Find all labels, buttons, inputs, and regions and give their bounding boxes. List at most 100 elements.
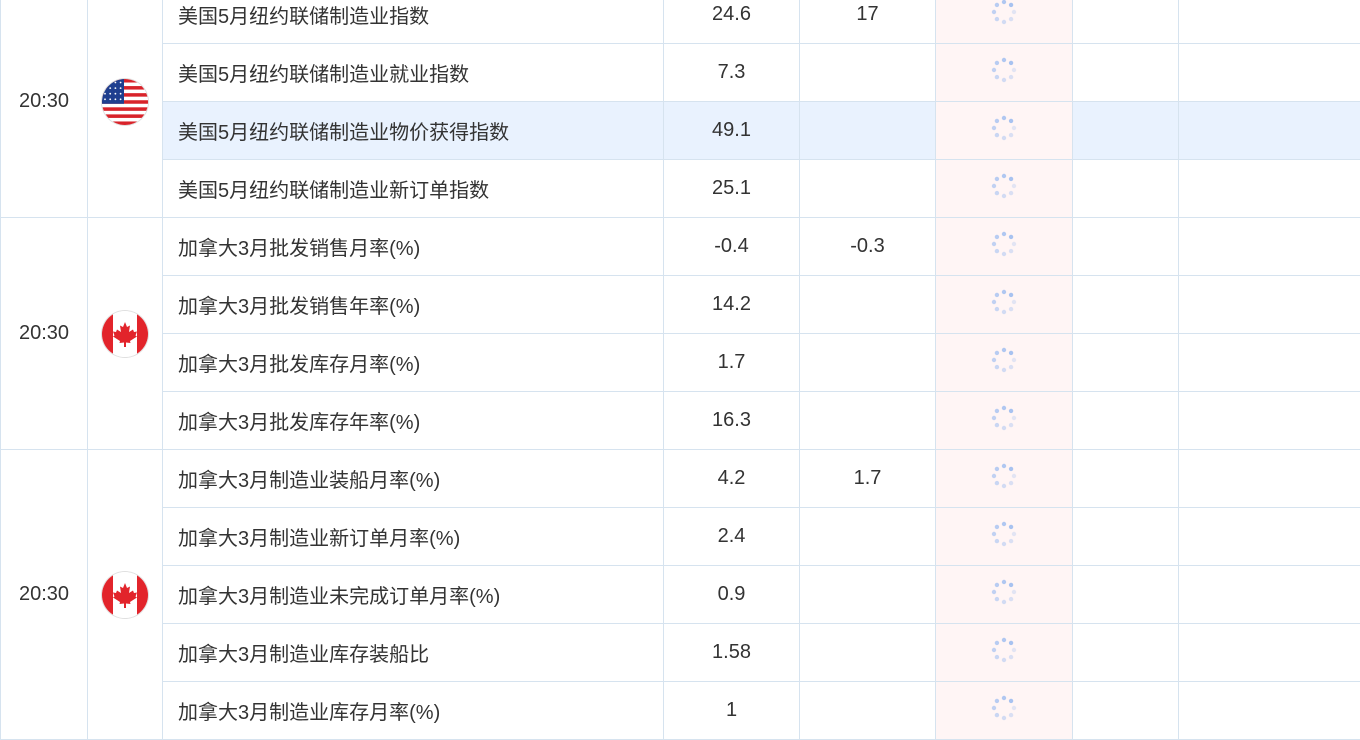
- forecast-value: [799, 43, 936, 102]
- actual-value-cell: [935, 275, 1073, 334]
- loading-spinner-icon: [989, 461, 1019, 497]
- forecast-value: [799, 507, 936, 566]
- interpretation-cell: [1178, 449, 1360, 508]
- table-row[interactable]: 20:30 美国5月纽约联储制造业指数 24.6 17: [0, 0, 1360, 218]
- interpretation-cell: [1178, 507, 1360, 566]
- loading-spinner-icon: [989, 287, 1019, 323]
- previous-value: 25.1: [663, 159, 800, 218]
- indicator-name[interactable]: 美国5月纽约联储制造业物价获得指数: [162, 101, 664, 160]
- actual-value-cell: [935, 565, 1073, 624]
- interpretation-cell: [1178, 43, 1360, 102]
- loading-spinner-icon: [989, 577, 1019, 613]
- actual-value-cell: [935, 101, 1073, 160]
- previous-value: 4.2: [663, 449, 800, 508]
- table-row[interactable]: 美国5月纽约联储制造业新订单指数 25.1: [1, 159, 1360, 218]
- interpretation-cell: [1178, 101, 1360, 160]
- event-time: 20:30: [0, 217, 88, 450]
- forecast-value: [799, 159, 936, 218]
- loading-spinner-icon: [989, 229, 1019, 265]
- canada-flag-icon: [102, 571, 148, 618]
- impact-cell: [1072, 159, 1179, 218]
- loading-spinner-icon: [989, 519, 1019, 555]
- table-row[interactable]: 20:30 加拿大3月制造业装船月率(%) 4.2 1.7: [0, 449, 1360, 740]
- actual-value-cell: [935, 391, 1073, 450]
- actual-value-cell: [935, 217, 1073, 276]
- table-row[interactable]: 加拿大3月批发库存年率(%) 16.3: [1, 391, 1360, 450]
- forecast-value: [799, 275, 936, 334]
- actual-value-cell: [935, 623, 1073, 682]
- loading-spinner-icon: [989, 113, 1019, 149]
- actual-value-cell: [935, 159, 1073, 218]
- loading-spinner-icon: [989, 55, 1019, 91]
- previous-value: 7.3: [663, 43, 800, 102]
- actual-value-cell: [935, 681, 1073, 740]
- impact-cell: [1072, 101, 1179, 160]
- table-row[interactable]: 加拿大3月制造业未完成订单月率(%) 0.9: [1, 565, 1360, 624]
- loading-spinner-icon: [989, 403, 1019, 439]
- loading-spinner-icon: [989, 635, 1019, 671]
- indicator-name[interactable]: 加拿大3月制造业库存装船比: [162, 623, 664, 682]
- actual-value-cell: [935, 0, 1073, 44]
- economic-calendar: 20:30 美国5月纽约联储制造业指数 24.6 17 美国5月纽约联储制造业就业指数 7…: [0, 0, 1360, 740]
- forecast-value: [799, 101, 936, 160]
- indicator-name[interactable]: 加拿大3月制造业装船月率(%): [162, 449, 664, 508]
- indicator-name[interactable]: 美国5月纽约联储制造业指数: [162, 0, 664, 44]
- impact-cell: [1072, 507, 1179, 566]
- table-row[interactable]: 加拿大3月制造业库存月率(%) 1: [1, 681, 1360, 740]
- us-flag-icon: [102, 78, 148, 125]
- interpretation-cell: [1178, 565, 1360, 624]
- previous-value: -0.4: [663, 217, 800, 276]
- table-row[interactable]: 美国5月纽约联储制造业物价获得指数 49.1: [1, 101, 1360, 160]
- impact-cell: [1072, 681, 1179, 740]
- interpretation-cell: [1178, 0, 1360, 44]
- previous-value: 16.3: [663, 391, 800, 450]
- indicator-name[interactable]: 加拿大3月批发销售月率(%): [162, 217, 664, 276]
- interpretation-cell: [1178, 681, 1360, 740]
- table-row[interactable]: 加拿大3月批发库存月率(%) 1.7: [1, 333, 1360, 392]
- indicator-name[interactable]: 加拿大3月制造业新订单月率(%): [162, 507, 664, 566]
- impact-cell: [1072, 565, 1179, 624]
- table-row[interactable]: 美国5月纽约联储制造业就业指数 7.3: [1, 43, 1360, 102]
- impact-cell: [1072, 623, 1179, 682]
- indicator-name[interactable]: 美国5月纽约联储制造业就业指数: [162, 43, 664, 102]
- actual-value-cell: [935, 43, 1073, 102]
- table-row[interactable]: 20:30 加拿大3月批发销售月率(%) -0.4 -0.3: [0, 217, 1360, 450]
- country-flag-cell: [87, 449, 163, 740]
- forecast-value: 17: [799, 0, 936, 44]
- loading-spinner-icon: [989, 171, 1019, 207]
- interpretation-cell: [1178, 623, 1360, 682]
- previous-value: 24.6: [663, 0, 800, 44]
- indicator-name[interactable]: 加拿大3月批发库存年率(%): [162, 391, 664, 450]
- actual-value-cell: [935, 333, 1073, 392]
- indicator-name[interactable]: 加拿大3月制造业库存月率(%): [162, 681, 664, 740]
- indicator-name[interactable]: 加拿大3月批发销售年率(%): [162, 275, 664, 334]
- previous-value: 14.2: [663, 275, 800, 334]
- forecast-value: [799, 623, 936, 682]
- actual-value-cell: [935, 507, 1073, 566]
- loading-spinner-icon: [989, 693, 1019, 729]
- country-flag-cell: [87, 217, 163, 450]
- forecast-value: [799, 681, 936, 740]
- interpretation-cell: [1178, 275, 1360, 334]
- impact-cell: [1072, 275, 1179, 334]
- canada-flag-icon: [102, 310, 148, 357]
- interpretation-cell: [1178, 159, 1360, 218]
- interpretation-cell: [1178, 391, 1360, 450]
- indicator-name[interactable]: 加拿大3月制造业未完成订单月率(%): [162, 565, 664, 624]
- table-row[interactable]: 加拿大3月制造业库存装船比 1.58: [1, 623, 1360, 682]
- forecast-value: [799, 565, 936, 624]
- impact-cell: [1072, 43, 1179, 102]
- previous-value: 1.7: [663, 333, 800, 392]
- event-time: 20:30: [0, 449, 88, 740]
- country-flag-cell: [87, 0, 163, 218]
- previous-value: 2.4: [663, 507, 800, 566]
- table-row[interactable]: 加拿大3月制造业新订单月率(%) 2.4: [1, 507, 1360, 566]
- impact-cell: [1072, 391, 1179, 450]
- impact-cell: [1072, 333, 1179, 392]
- indicator-name[interactable]: 加拿大3月批发库存月率(%): [162, 333, 664, 392]
- forecast-value: 1.7: [799, 449, 936, 508]
- calendar-table: 20:30 美国5月纽约联储制造业指数 24.6 17 美国5月纽约联储制造业就业指数 7…: [0, 0, 1360, 740]
- actual-value-cell: [935, 449, 1073, 508]
- table-row[interactable]: 加拿大3月批发销售年率(%) 14.2: [1, 275, 1360, 334]
- indicator-name[interactable]: 美国5月纽约联储制造业新订单指数: [162, 159, 664, 218]
